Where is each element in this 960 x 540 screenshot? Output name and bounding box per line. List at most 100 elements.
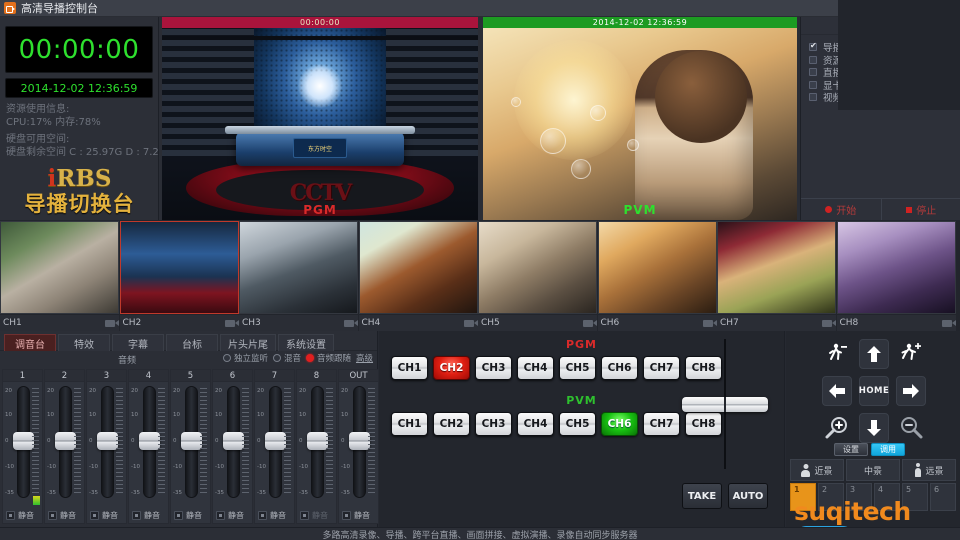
mute-control[interactable]: 静音	[90, 510, 118, 521]
pvm-ch6-button[interactable]: CH6	[601, 412, 638, 436]
mixer-radio-2[interactable]: 音频跟随	[305, 352, 351, 364]
fader-knob[interactable]	[223, 432, 244, 450]
ptz-up-button[interactable]	[859, 339, 889, 369]
ptz-shot-2-button[interactable]: 远景	[902, 459, 956, 481]
auto-button[interactable]: AUTO	[728, 483, 768, 509]
fader-knob[interactable]	[13, 432, 34, 450]
mute-checkbox[interactable]	[300, 511, 309, 520]
thumbnail-ch4[interactable]: CH4	[358, 221, 478, 331]
thumbnail-image[interactable]	[836, 221, 956, 314]
take-button[interactable]: TAKE	[682, 483, 722, 509]
mute-control[interactable]: 静音	[132, 510, 160, 521]
t-bar-handle[interactable]	[682, 397, 768, 412]
fader-knob[interactable]	[181, 432, 202, 450]
ptz-right-button[interactable]	[896, 376, 926, 406]
mixer-tab-0[interactable]: 调音台	[4, 334, 56, 351]
pvm-ch7-button[interactable]: CH7	[643, 412, 680, 436]
thumbnail-ch5[interactable]: CH5	[478, 221, 597, 331]
pvm-ch4-button[interactable]: CH4	[517, 412, 554, 436]
t-bar-fader[interactable]	[682, 339, 768, 499]
mute-control[interactable]: 静音	[300, 510, 328, 521]
pgm-ch6-button[interactable]: CH6	[601, 356, 638, 380]
mute-control[interactable]: 静音	[174, 510, 202, 521]
ptz-home-button[interactable]: HOME	[859, 376, 889, 406]
mixer-radio-1[interactable]: 混音	[272, 352, 301, 364]
thumbnail-ch6[interactable]: CH6	[597, 221, 717, 331]
thumbnail-ch2[interactable]: CH2	[119, 221, 239, 331]
mute-control[interactable]: 静音	[6, 510, 34, 521]
mute-checkbox[interactable]	[174, 511, 183, 520]
fader-knob[interactable]	[307, 432, 328, 450]
mute-control[interactable]: 静音	[342, 510, 370, 521]
pvm-ch2-button[interactable]: CH2	[433, 412, 470, 436]
pgm-ch2-button[interactable]: CH2	[433, 356, 470, 380]
pvm-screen[interactable]: PVM	[483, 28, 797, 220]
pvm-ch5-button[interactable]: CH5	[559, 412, 596, 436]
radio-dot-icon[interactable]	[222, 354, 231, 362]
task-checkbox[interactable]	[809, 68, 817, 76]
fader-knob[interactable]	[55, 432, 76, 450]
ptz-shot-0-button[interactable]: 近景	[790, 459, 844, 481]
pvm-monitor[interactable]: 2014-12-02 12:36:59 PVM	[483, 17, 797, 220]
pvm-ch3-button[interactable]: CH3	[475, 412, 512, 436]
pgm-ch7-button[interactable]: CH7	[643, 356, 680, 380]
mute-checkbox[interactable]	[132, 511, 141, 520]
thumbnail-ch1[interactable]: CH1	[0, 221, 119, 331]
mixer-advanced-link[interactable]: 高级	[356, 352, 373, 364]
mixer-tab-2[interactable]: 字幕	[112, 334, 164, 351]
task-checkbox[interactable]	[809, 41, 817, 51]
ptz-speed-fast-button[interactable]	[896, 339, 926, 369]
mute-control[interactable]: 静音	[48, 510, 76, 521]
task-checkbox[interactable]	[809, 55, 817, 64]
radio-dot-icon[interactable]	[272, 354, 281, 362]
mixer-tab-4[interactable]: 片头片尾	[220, 334, 276, 351]
thumbnail-image[interactable]	[358, 221, 478, 314]
pgm-screen[interactable]: CCTV 东方时空 PGM	[162, 28, 478, 220]
mute-control[interactable]: 静音	[258, 510, 286, 521]
thumbnail-ch8[interactable]: CH8	[836, 221, 956, 331]
mute-checkbox[interactable]	[258, 511, 267, 520]
pgm-ch4-button[interactable]: CH4	[517, 356, 554, 380]
task-start-button[interactable]: 开始	[801, 199, 882, 220]
fader-knob[interactable]	[97, 432, 118, 450]
fader-knob[interactable]	[139, 432, 160, 450]
task-stop-button[interactable]: 停止	[882, 199, 960, 220]
thumbnail-image[interactable]	[597, 221, 717, 314]
mixer-tab-3[interactable]: 台标	[166, 334, 218, 351]
mute-control[interactable]: 静音	[216, 510, 244, 521]
pgm-ch1-button[interactable]: CH1	[391, 356, 428, 380]
ptz-left-button[interactable]	[822, 376, 852, 406]
radio-dot-icon[interactable]	[305, 354, 314, 362]
thumbnail-image[interactable]	[478, 221, 597, 314]
pgm-ch5-button[interactable]: CH5	[559, 356, 596, 380]
thumbnail-ch7[interactable]: CH7	[717, 221, 836, 331]
pvm-ch1-button[interactable]: CH1	[391, 412, 428, 436]
mute-checkbox[interactable]	[216, 511, 225, 520]
mixer-radio-0[interactable]: 独立监听	[222, 352, 268, 364]
pgm-ch3-button[interactable]: CH3	[475, 356, 512, 380]
mixer-tab-1[interactable]: 特效	[58, 334, 110, 351]
mute-checkbox[interactable]	[90, 511, 99, 520]
mixer-channel-3: 3 20 10 0 -10 -35 静音	[86, 369, 127, 524]
ptz-shot-1-button[interactable]: 中景	[846, 459, 900, 481]
mute-checkbox[interactable]	[342, 511, 351, 520]
ptz-mode-0-button[interactable]: 设置	[834, 443, 868, 456]
thumbnail-image[interactable]	[119, 221, 239, 314]
ptz-mode-1-button[interactable]: 调用	[871, 443, 905, 456]
fader-knob[interactable]	[265, 432, 286, 450]
mute-checkbox[interactable]	[48, 511, 57, 520]
task-checkbox[interactable]	[809, 93, 817, 101]
mute-checkbox[interactable]	[6, 511, 15, 520]
ptz-down-button[interactable]	[859, 413, 889, 443]
ptz-zoom-in-button[interactable]	[822, 413, 852, 443]
thumbnail-image[interactable]	[239, 221, 358, 314]
pgm-monitor[interactable]: 00:00:00 CCTV 东方时空 PGM	[162, 17, 478, 220]
ptz-zoom-out-button[interactable]	[896, 413, 926, 443]
task-checkbox[interactable]	[809, 80, 817, 89]
fader-knob[interactable]	[349, 432, 370, 450]
thumbnail-image[interactable]	[0, 221, 119, 314]
thumbnail-ch3[interactable]: CH3	[239, 221, 358, 331]
ptz-speed-slow-button[interactable]	[822, 339, 852, 369]
mixer-tab-5[interactable]: 系统设置	[278, 334, 334, 351]
thumbnail-image[interactable]	[717, 221, 836, 314]
